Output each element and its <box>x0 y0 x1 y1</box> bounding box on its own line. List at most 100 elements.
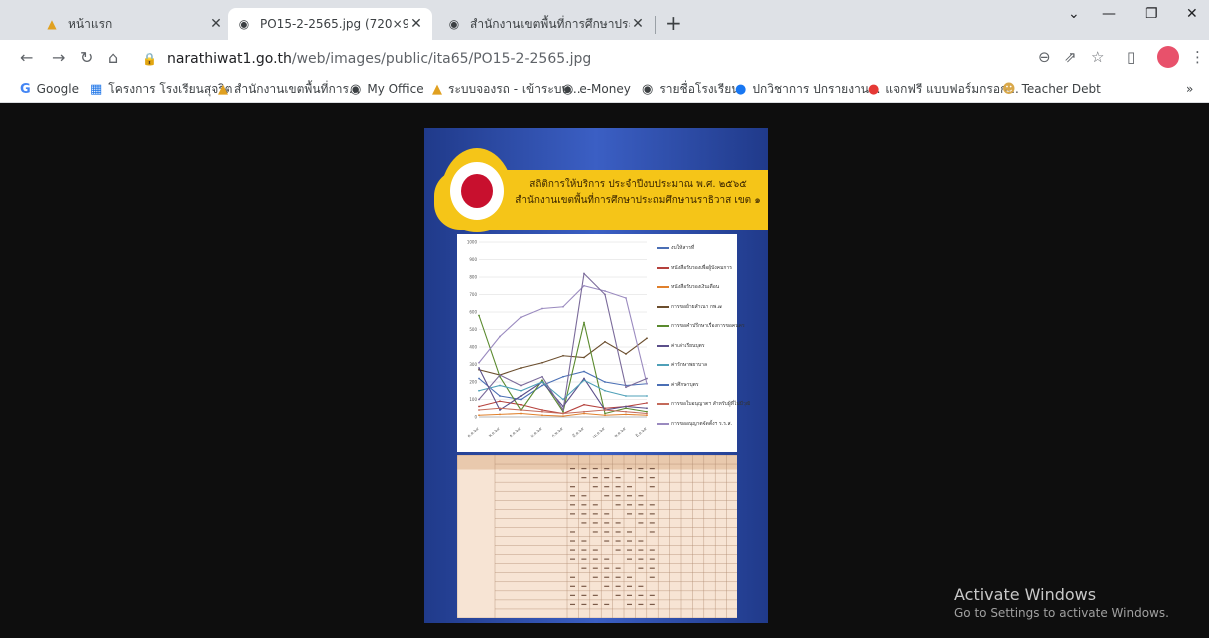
legend-label: การขอใบอนุญาตฯ สำหรับผู้ที่ไม่มีวุฒิ <box>671 401 751 407</box>
poster-title-line2: สำนักงานเขตพื้นที่การศึกษาประถมศึกษานราธ… <box>515 195 761 206</box>
legend-swatch <box>657 383 669 386</box>
legend-item: ค่ารักษาพยาบาล <box>657 361 707 369</box>
table-cell-value <box>649 531 655 533</box>
bookmark-label: สำนักงานเขตพื้นที่การ... <box>234 81 361 96</box>
table-cell-value <box>581 594 587 596</box>
minimize-button[interactable]: — <box>1102 6 1116 22</box>
table-cell-value <box>649 576 655 578</box>
data-point <box>562 305 564 308</box>
home-icon[interactable]: ⌂ <box>108 48 118 67</box>
url-path: /web/images/public/ita65/PO15-2-2565.jpg <box>291 51 592 67</box>
chevron-down-icon[interactable]: ⌄ <box>1068 6 1080 22</box>
bookmark-label: Teacher Debt <box>1021 82 1101 96</box>
avatar[interactable] <box>1157 46 1179 68</box>
table-cell-value <box>570 558 575 560</box>
data-point <box>499 409 501 411</box>
table-cell-value <box>570 540 575 542</box>
bookmark-label: แจกฟรี แบบฟอร์มกรอก... <box>885 81 1019 96</box>
bookmark-e-money[interactable]: ◉ e-Money <box>562 79 631 99</box>
obec-icon: ▲ <box>218 81 228 97</box>
bookmark-area-office[interactable]: ▲ สำนักงานเขตพื้นที่การ... <box>218 79 360 99</box>
legend-item: หนังสือรับรองเงินเดือน <box>657 283 719 291</box>
legend-label: หนังสือรับรองเพื่อผู้บังคมการ <box>671 264 732 271</box>
data-point <box>625 413 627 416</box>
table-cell-value <box>604 513 610 515</box>
menu-icon[interactable]: ⋮ <box>1190 48 1205 66</box>
table-cell-value <box>638 567 644 569</box>
red-icon: ● <box>868 81 880 97</box>
table-cell-value <box>570 594 575 596</box>
data-point <box>646 395 648 397</box>
legend-item: ค่าเล่าเรียนบุตร <box>657 342 705 350</box>
table-cell-value <box>615 486 621 488</box>
data-point <box>604 340 606 343</box>
legend-item: การขออนุญาตจัดตั้งฯ ร.ร.ส. <box>657 420 732 428</box>
data-point <box>562 375 564 378</box>
data-point <box>499 400 501 403</box>
restore-button[interactable]: ❐ <box>1145 6 1158 22</box>
url-host: narathiwat1.go.th <box>166 51 292 67</box>
address-bar[interactable]: 🔒 narathiwat1.go.th /web/images/public/i… <box>142 45 1022 73</box>
table-cell-value <box>604 477 610 479</box>
star-icon[interactable]: ☆ <box>1091 48 1104 66</box>
bookmark-teacher-debt[interactable]: ☻ Teacher Debt <box>1002 79 1101 99</box>
table-cell-value <box>615 549 621 551</box>
y-tick-label: 300 <box>469 362 477 367</box>
table-cell-value <box>649 477 655 479</box>
bookmark-free-forms[interactable]: ● แจกฟรี แบบฟอร์มกรอก... <box>868 79 1019 99</box>
forward-arrow-icon[interactable]: → <box>52 48 65 67</box>
zoom-icon[interactable]: ⊖ <box>1038 48 1051 66</box>
table-cell-value <box>638 558 644 560</box>
reload-icon[interactable]: ↻ <box>80 48 93 67</box>
table-cell-value <box>638 603 644 606</box>
table-cell-value <box>570 513 575 515</box>
table-cell-value <box>627 486 632 488</box>
close-icon[interactable]: ✕ <box>408 16 424 32</box>
x-tick-label: มี.ค.๖๕ <box>571 426 585 439</box>
table-cell-value <box>592 603 598 606</box>
bookmark-label: โครงการ โรงเรียนสุจริต <box>108 81 233 96</box>
table-cell-value <box>615 522 621 524</box>
bookmark-label: ระบบจองรถ - เข้าระบบ... <box>448 81 581 96</box>
legend-label: การขอคำปรึกษาเรื่องการขอคนคร <box>671 323 745 329</box>
legend-swatch <box>657 422 669 425</box>
data-point <box>583 377 585 380</box>
more-bookmarks-button[interactable]: » <box>1186 79 1193 99</box>
data-point <box>583 410 585 413</box>
table-cell-value <box>638 477 644 479</box>
y-tick-label: 400 <box>469 345 477 350</box>
back-arrow-icon[interactable]: ← <box>20 48 33 67</box>
more-bookmarks-label: » <box>1186 82 1194 96</box>
table-cell-value <box>615 540 621 542</box>
share-icon[interactable]: ⇗ <box>1064 48 1077 66</box>
bookmark-label: e-Money <box>579 82 631 96</box>
bookmark-google[interactable]: G Google <box>20 79 79 99</box>
bookmark-car-booking[interactable]: ▲ ระบบจองรถ - เข้าระบบ... <box>432 79 581 99</box>
table-cell-value <box>581 540 587 542</box>
table-cell-value <box>581 567 587 569</box>
table-cell-value <box>592 594 598 596</box>
series-line-6 <box>478 367 648 411</box>
table-cell-value <box>570 603 575 606</box>
close-icon[interactable]: ✕ <box>208 16 224 32</box>
close-icon[interactable]: ✕ <box>630 16 646 32</box>
tab-office[interactable]: ◉ สำนักงานเขตพื้นที่การศึกษาประถมศึก ✕ <box>438 8 654 40</box>
bookmark-my-office[interactable]: ◉ My Office <box>350 79 424 99</box>
close-window-button[interactable]: ✕ <box>1186 6 1198 22</box>
data-point <box>625 386 627 389</box>
table-cell-value <box>649 467 655 470</box>
bookmark-cover-design[interactable]: ● ปกวิชาการ ปกรายงาน... <box>735 79 880 99</box>
bookmark-school-list[interactable]: ◉ รายชื่อโรงเรียน <box>642 79 739 99</box>
new-tab-button[interactable]: + <box>665 13 682 33</box>
table-cell-value <box>592 513 598 515</box>
data-point <box>478 389 480 392</box>
tab-home[interactable]: ▲ หน้าแรก ✕ <box>36 8 232 40</box>
legend-label: ค่ารักษาพยาบาล <box>671 362 708 368</box>
table-cell-value <box>615 495 621 497</box>
bookmark-label: รายชื่อโรงเรียน <box>659 81 740 96</box>
tab-image[interactable]: ◉ PO15-2-2565.jpg (720×960) ✕ <box>228 8 432 40</box>
bookmark-sujarit[interactable]: ▦ โครงการ โรงเรียนสุจริต <box>90 79 232 99</box>
tab-title: สำนักงานเขตพื้นที่การศึกษาประถมศึก <box>470 16 630 31</box>
side-panel-icon[interactable]: ▯ <box>1127 48 1135 66</box>
table-cell-value <box>615 504 621 506</box>
